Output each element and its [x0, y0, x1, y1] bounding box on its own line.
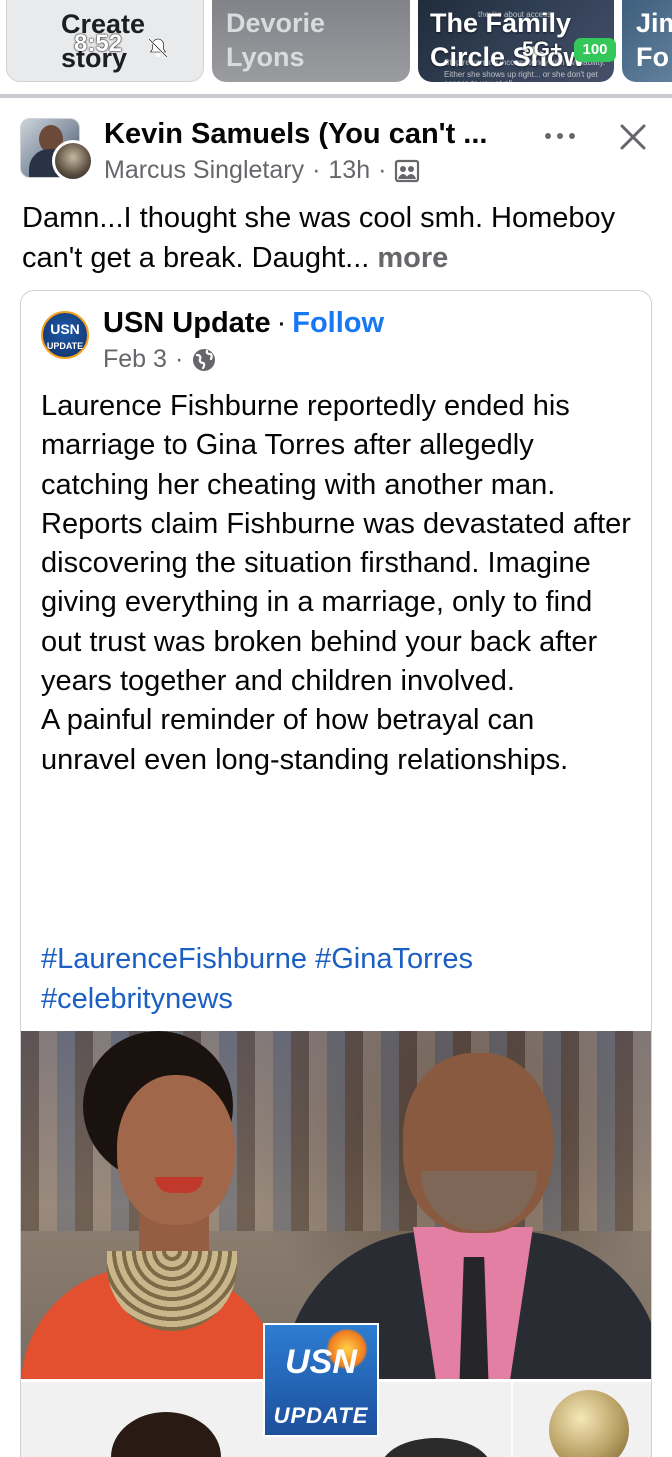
- group-name[interactable]: Kevin Samuels (You can't ...: [104, 118, 487, 151]
- meta-separator: ·: [378, 156, 387, 184]
- story-item-jim[interactable]: Jim Fo: [622, 0, 672, 82]
- post-body: Damn...I thought she was cool smh. Homeb…: [22, 202, 616, 274]
- post-text: Damn...I thought she was cool smh. Homeb…: [22, 198, 652, 278]
- body-paragraph: Laurence Fishburne reportedly ended his …: [41, 390, 570, 501]
- page-name-row: USN Update · Follow: [103, 307, 384, 340]
- follow-button[interactable]: Follow: [292, 307, 384, 339]
- page-name[interactable]: USN Update: [103, 307, 271, 339]
- stories-strip: Create story Devorie Lyons they're about…: [0, 0, 672, 98]
- globe-icon: [193, 348, 216, 371]
- close-icon[interactable]: [618, 122, 648, 152]
- meta-separator: ·: [312, 156, 321, 184]
- page-logo[interactable]: USN UPDATE: [41, 311, 89, 359]
- group-audience-icon: [395, 159, 420, 182]
- post-time[interactable]: 13h: [328, 156, 370, 185]
- story-label: Jim Fo: [636, 8, 672, 72]
- hashtags[interactable]: #LaurenceFishburne #GinaTorres #celebrit…: [41, 939, 637, 1019]
- watermark-top: USN: [285, 1343, 357, 1381]
- shared-post-date[interactable]: Feb 3: [103, 345, 167, 374]
- shared-post-card[interactable]: USN UPDATE USN Update · Follow Feb 3 · Lau…: [20, 290, 652, 1457]
- logo-text-bottom: UPDATE: [46, 341, 84, 351]
- logo-text-top: USN: [50, 321, 80, 337]
- body-paragraph: Reports claim Fishburne was devastated a…: [41, 507, 631, 698]
- trophy-image: [549, 1390, 629, 1457]
- meta-separator: ·: [174, 345, 184, 373]
- author-name[interactable]: Marcus Singletary: [104, 156, 304, 185]
- story-item-devorie-lyons[interactable]: Devorie Lyons: [212, 0, 410, 82]
- post-avatar[interactable]: [20, 118, 96, 182]
- story-label: Devorie Lyons: [226, 8, 326, 72]
- post-meta: Marcus Singletary · 13h ·: [104, 156, 420, 185]
- more-options-icon[interactable]: [540, 130, 580, 142]
- usn-update-watermark: USN UPDATE: [263, 1323, 379, 1437]
- watermark-bottom: UPDATE: [273, 1403, 369, 1428]
- network-indicator: 5G+: [522, 38, 563, 61]
- body-paragraph: A painful reminder of how betrayal can u…: [41, 704, 569, 776]
- post-photo[interactable]: USN UPDATE: [21, 1031, 651, 1457]
- shared-post-body: Laurence Fishburne reportedly ended his …: [41, 387, 637, 780]
- bell-muted-icon: [148, 38, 168, 58]
- status-time: 8:52: [74, 30, 123, 57]
- author-avatar: [52, 140, 94, 182]
- shared-post-meta: Feb 3 ·: [103, 345, 217, 374]
- name-separator: ·: [276, 307, 287, 339]
- see-more-link[interactable]: more: [377, 242, 448, 274]
- battery-indicator: 100: [574, 38, 616, 62]
